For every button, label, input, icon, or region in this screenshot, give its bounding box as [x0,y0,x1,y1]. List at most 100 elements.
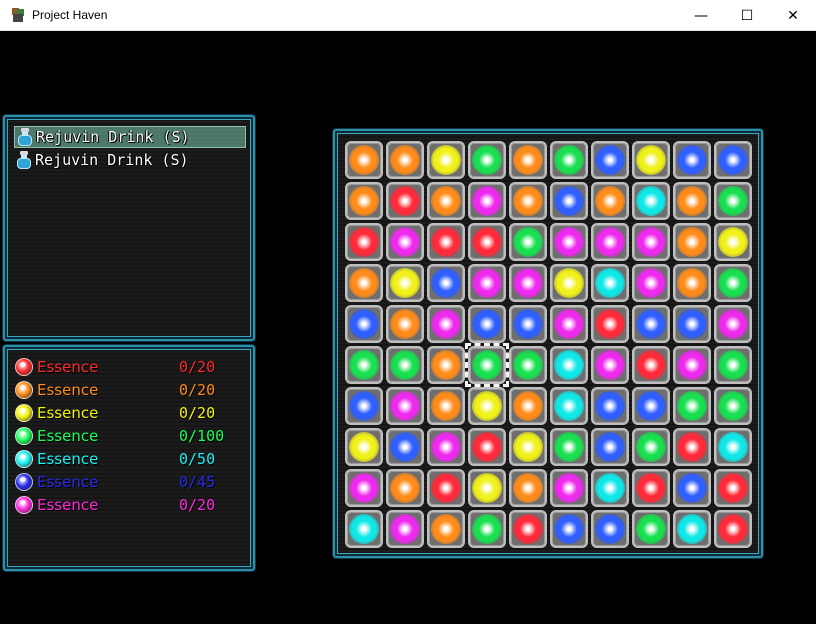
board-tile[interactable] [591,387,629,425]
board-tile[interactable] [427,510,465,548]
board-tile[interactable] [714,141,752,179]
board-tile[interactable] [714,387,752,425]
board-tile[interactable] [632,182,670,220]
board-tile[interactable] [386,510,424,548]
board-tile[interactable] [714,264,752,302]
board-tile[interactable] [468,469,506,507]
board-tile[interactable] [550,510,588,548]
board-tile[interactable] [386,141,424,179]
board-tile[interactable] [632,141,670,179]
board-tile[interactable] [632,469,670,507]
board-tile[interactable] [714,223,752,261]
board-tile[interactable] [550,469,588,507]
board-tile[interactable] [673,510,711,548]
board-tile[interactable] [427,264,465,302]
board-tile[interactable] [386,428,424,466]
board-tile[interactable] [468,510,506,548]
board-tile[interactable] [345,305,383,343]
board-tile[interactable] [632,428,670,466]
board-tile[interactable] [509,223,547,261]
board-tile[interactable] [427,305,465,343]
board-tile[interactable] [550,182,588,220]
minimize-button[interactable]: — [678,0,724,31]
board-tile[interactable] [591,469,629,507]
board-tile[interactable] [509,387,547,425]
board-tile[interactable] [427,141,465,179]
board-tile[interactable] [427,346,465,384]
board-tile[interactable] [468,182,506,220]
board-tile[interactable] [632,387,670,425]
board-tile[interactable] [550,264,588,302]
board-tile[interactable] [468,223,506,261]
board-tile[interactable] [714,469,752,507]
board-tile[interactable] [345,182,383,220]
board-tile[interactable] [386,469,424,507]
board-tile[interactable] [714,346,752,384]
board-tile[interactable] [714,510,752,548]
board-tile[interactable] [345,387,383,425]
board-tile[interactable] [427,428,465,466]
board-tile[interactable] [591,428,629,466]
board-tile[interactable] [509,510,547,548]
board-tile[interactable] [345,469,383,507]
board-tile[interactable] [386,264,424,302]
board-tile[interactable] [550,346,588,384]
board-tile[interactable] [386,305,424,343]
item-row[interactable]: Rejuvin Drink (S) [14,126,246,148]
board-tile[interactable] [386,182,424,220]
board-tile[interactable] [591,510,629,548]
board-tile[interactable] [509,469,547,507]
gem-board[interactable] [345,141,755,551]
board-tile[interactable] [386,387,424,425]
board-tile[interactable] [714,182,752,220]
item-row[interactable]: Rejuvin Drink (S) [14,149,246,171]
board-tile[interactable] [550,387,588,425]
board-tile[interactable] [673,182,711,220]
board-tile[interactable] [673,264,711,302]
board-tile[interactable] [591,182,629,220]
board-tile[interactable] [632,264,670,302]
board-tile[interactable] [673,428,711,466]
board-tile[interactable] [468,387,506,425]
board-tile[interactable] [591,223,629,261]
board-tile[interactable] [673,469,711,507]
board-tile[interactable] [345,264,383,302]
board-tile[interactable] [632,305,670,343]
board-tile[interactable] [550,428,588,466]
board-tile[interactable] [468,346,506,384]
board-tile[interactable] [345,510,383,548]
board-tile[interactable] [632,510,670,548]
board-tile[interactable] [427,387,465,425]
board-tile[interactable] [427,223,465,261]
board-tile[interactable] [673,387,711,425]
board-tile[interactable] [632,346,670,384]
board-tile[interactable] [386,223,424,261]
board-tile[interactable] [509,428,547,466]
board-tile[interactable] [591,264,629,302]
board-tile[interactable] [714,305,752,343]
close-button[interactable]: ✕ [770,0,816,31]
board-tile[interactable] [550,141,588,179]
maximize-button[interactable]: ☐ [724,0,770,31]
board-tile[interactable] [509,182,547,220]
board-tile[interactable] [468,141,506,179]
board-tile[interactable] [591,141,629,179]
board-tile[interactable] [673,223,711,261]
board-tile[interactable] [345,141,383,179]
board-tile[interactable] [509,346,547,384]
board-tile[interactable] [386,346,424,384]
board-tile[interactable] [673,141,711,179]
board-tile[interactable] [591,346,629,384]
board-tile[interactable] [673,305,711,343]
board-tile[interactable] [345,346,383,384]
board-tile[interactable] [427,182,465,220]
board-tile[interactable] [468,305,506,343]
board-tile[interactable] [673,346,711,384]
board-tile[interactable] [468,264,506,302]
board-tile[interactable] [509,305,547,343]
board-tile[interactable] [632,223,670,261]
board-tile[interactable] [550,305,588,343]
board-tile[interactable] [345,223,383,261]
board-tile[interactable] [509,141,547,179]
board-tile[interactable] [591,305,629,343]
